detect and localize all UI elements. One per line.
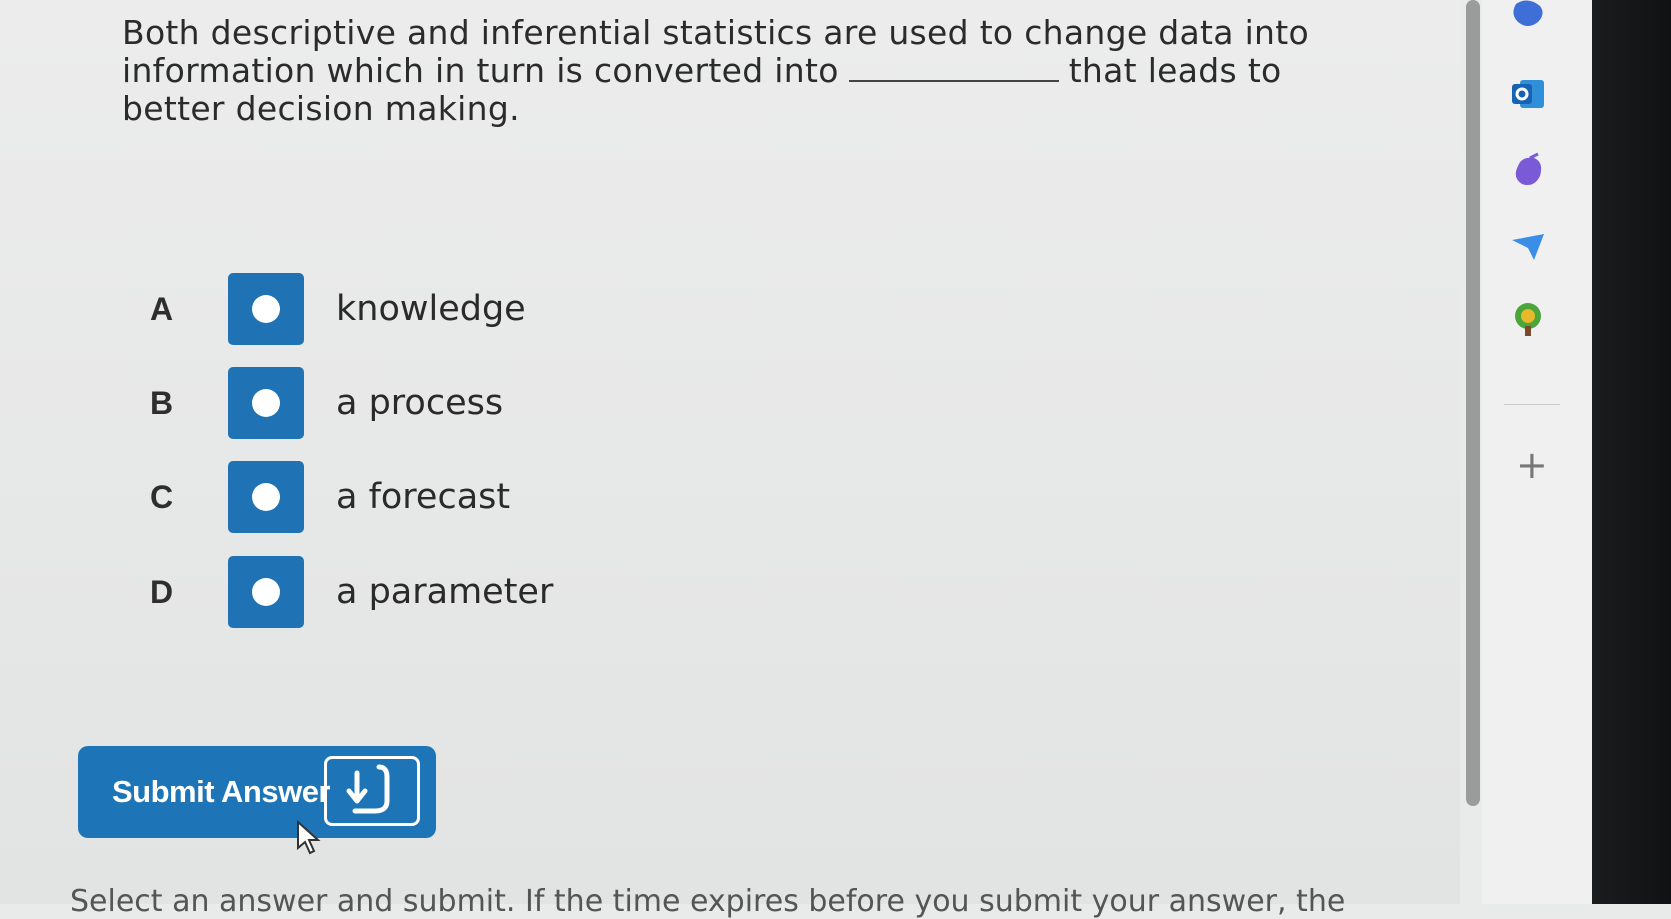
option-label: knowledge [336, 289, 526, 329]
question-text: Both descriptive and inferential statist… [122, 14, 1322, 128]
screen-bezel [1592, 0, 1671, 904]
option-b[interactable]: B a process [140, 366, 1340, 440]
games-icon[interactable] [1508, 152, 1548, 192]
option-c[interactable]: C a forecast [140, 460, 1340, 534]
copilot-icon[interactable] [1508, 0, 1548, 40]
radio-dot-icon [252, 483, 280, 511]
radio-button[interactable] [228, 556, 304, 628]
option-letter: B [150, 384, 174, 421]
submit-answer-button[interactable]: Submit Answer [78, 746, 436, 838]
submit-label: Submit Answer [112, 774, 331, 809]
add-icon[interactable]: + [1516, 446, 1548, 484]
send-icon[interactable] [1508, 226, 1548, 266]
radio-button[interactable] [228, 273, 304, 345]
mouse-cursor-icon [297, 820, 321, 855]
radio-dot-icon [252, 578, 280, 606]
option-label: a forecast [336, 477, 511, 517]
option-letter: D [150, 573, 174, 610]
radio-dot-icon [252, 295, 280, 323]
question-panel: Both descriptive and inferential statist… [0, 0, 1460, 919]
tree-icon[interactable] [1508, 300, 1548, 340]
footer-instructions: Select an answer and submit. If the time… [70, 884, 1346, 919]
radio-button[interactable] [228, 461, 304, 533]
outlook-icon[interactable] [1508, 74, 1548, 114]
option-letter: C [150, 478, 174, 515]
option-label: a process [336, 383, 504, 423]
option-label: a parameter [336, 572, 554, 612]
option-d[interactable]: D a parameter [140, 555, 1340, 629]
submit-download-icon [324, 756, 420, 826]
sidebar-divider [1504, 404, 1560, 405]
radio-dot-icon [252, 389, 280, 417]
scrollbar[interactable] [1466, 0, 1480, 806]
option-letter: A [150, 290, 174, 327]
option-a[interactable]: A knowledge [140, 272, 1340, 346]
answer-blank [848, 52, 1059, 82]
radio-button[interactable] [228, 367, 304, 439]
browser-sidebar: + [1482, 0, 1592, 904]
